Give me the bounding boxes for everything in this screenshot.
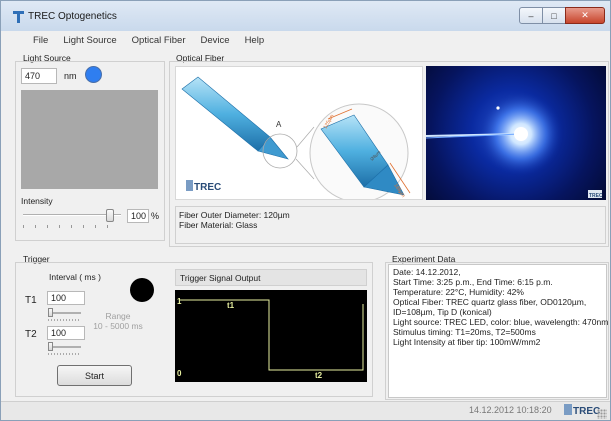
fiber-diagram-drawing: A 125µm 188µm Ø8µm TREC [181,76,411,199]
exp-light-source: Light source: TREC LED, color: blue, wav… [393,317,609,327]
trec-logo-mark [186,180,193,191]
t1-label: T1 [25,295,37,306]
start-button[interactable]: Start [57,365,132,386]
maximize-button[interactable]: □ [542,7,566,24]
fiber-info: Fiber Outer Diameter: 120µm Fiber Materi… [175,206,606,244]
menu-file[interactable]: File [33,31,48,50]
t1-input[interactable]: 100 [47,291,85,305]
signal-low-label: 0 [177,369,182,378]
signal-high-label: 1 [177,297,182,306]
menu-optical-fiber[interactable]: Optical Fiber [132,31,186,50]
signal-output-plot: 1 0 t1 t2 [175,290,367,382]
t2-slider-thumb[interactable] [48,342,53,351]
minimize-button[interactable]: – [519,7,543,24]
menu-help[interactable]: Help [245,31,265,50]
menu-light-source[interactable]: Light Source [63,31,116,50]
fiber-material: Fiber Material: Glass [179,220,258,230]
range-value: 10 - 5000 ms [93,321,143,331]
signal-waveform: 1 0 t1 t2 [177,297,364,380]
intensity-field[interactable]: 100 [127,209,149,223]
exp-date: Date: 14.12.2012, [393,267,461,277]
app-window: TREC Optogenetics – □ ✕ File Light Sourc… [0,0,611,421]
fiber-diagram: A 125µm 188µm Ø8µm TREC [175,66,423,200]
close-button[interactable]: ✕ [565,7,605,24]
t2-input[interactable]: 100 [47,326,85,340]
t2-label: T2 [25,329,37,340]
window-title: TREC Optogenetics [28,11,117,22]
trigger-status-indicator [130,278,154,302]
status-logo: TREC [564,404,600,417]
exp-fiber-detail: ID=108µm, Tip D (konical) [393,307,492,317]
fiber-light-photo: TREC [426,66,606,200]
intensity-slider-ticks [23,225,119,228]
status-datetime: 14.12.2012 10:18:20 [469,405,552,415]
exp-conditions: Temperature: 22°C, Humidity: 42% [393,287,524,297]
experiment-data-text[interactable]: Date: 14.12.2012, Start Time: 3:25 p.m.,… [388,264,609,398]
signal-t2-label: t2 [315,371,323,380]
light-preview [21,90,158,189]
light-color-indicator [85,66,102,83]
fiber-outer-diameter: Fiber Outer Diameter: 120µm [179,210,290,220]
range-label: Range [105,311,131,321]
intensity-label: Intensity [21,196,53,206]
trec-logo-icon [564,404,572,415]
range-info: Range 10 - 5000 ms [93,311,143,331]
exp-fiber: Optical Fiber: TREC quartz glass fiber, … [393,297,587,307]
exp-time: Start Time: 3:25 p.m., End Time: 6:15 p.… [393,277,553,287]
detail-label: A [276,120,282,129]
signal-output-title: Trigger Signal Output [175,269,367,286]
window-controls: – □ ✕ [519,7,605,24]
exp-stimulus: Stimulus timing: T1=20ms, T2=500ms [393,327,536,337]
intensity-slider-thumb[interactable] [105,209,114,222]
interval-label: Interval ( ms ) [49,272,101,282]
menu-bar: File Light Source Optical Fiber Device H… [1,31,610,50]
wavelength-unit: nm [64,71,77,81]
photo-logo: TREC [589,193,603,199]
menu-device[interactable]: Device [201,31,230,50]
intensity-unit: % [151,211,160,221]
t1-slider-thumb[interactable] [48,308,53,317]
signal-t1-label: t1 [227,301,235,310]
diagram-logo: TREC [194,182,221,193]
wavelength-field[interactable]: 470 [21,68,57,84]
fiber-light-drawing: TREC [426,92,603,199]
title-bar[interactable]: TREC Optogenetics – □ ✕ [1,1,610,31]
resize-grip[interactable] [597,409,607,419]
t2-slider-ticks [48,353,81,355]
exp-intensity: Light Intensity at fiber tip: 100mW/mm2 [393,337,541,347]
t1-slider-ticks [48,319,81,321]
app-logo-icon [13,11,24,23]
